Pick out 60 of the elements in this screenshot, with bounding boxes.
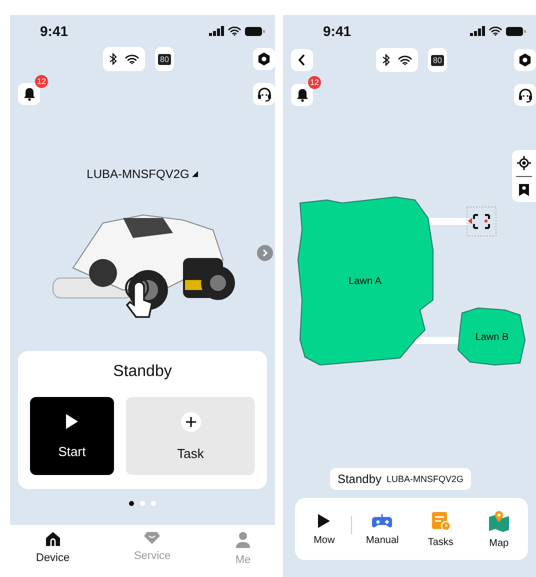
wifi-icon [398, 54, 412, 66]
control-button[interactable]: Manual [353, 498, 412, 560]
play-icon [65, 413, 79, 430]
support-button[interactable] [253, 83, 275, 105]
diamond-icon [143, 531, 162, 545]
status-wifi-icon [228, 26, 241, 36]
lawn-area[interactable] [298, 196, 434, 366]
battery-level-text: 80 [158, 54, 171, 64]
control-button[interactable]: Tasks [412, 498, 470, 560]
battery-icon [506, 26, 526, 36]
status-wifi-icon [489, 26, 502, 36]
notification-badge: 12 [35, 75, 48, 88]
wifi-icon [125, 54, 139, 64]
dropdown-corner-icon [192, 171, 198, 177]
notification-button[interactable] [291, 84, 313, 106]
headset-icon [518, 88, 532, 102]
gamepad-icon [371, 512, 394, 528]
person-icon [235, 531, 251, 549]
start-button[interactable]: Start [30, 397, 114, 475]
signal-icon [209, 26, 224, 36]
notification-badge: 12 [308, 76, 321, 89]
notification-button[interactable] [18, 83, 40, 105]
settings-icon [518, 53, 532, 67]
signal-icon [470, 26, 485, 36]
back-button[interactable] [291, 49, 313, 71]
next-button[interactable] [257, 245, 273, 261]
status-time: 9:41 [323, 23, 352, 39]
bluetooth-icon [109, 53, 117, 65]
lawn-area[interactable] [457, 308, 526, 366]
status-text: Standby [337, 472, 382, 486]
bluetooth-icon [382, 54, 390, 66]
bell-icon [296, 88, 308, 102]
settings-icon [257, 52, 271, 66]
lawn-label: Lawn B [475, 332, 509, 343]
bookmark-icon[interactable] [518, 183, 530, 196]
map-pin-icon [488, 510, 510, 532]
chevron-right-icon [262, 249, 268, 257]
back-icon [298, 54, 306, 66]
task-list-icon [430, 510, 451, 530]
task-button[interactable]: Task [126, 397, 255, 475]
plus-icon [180, 412, 200, 432]
settings-button[interactable] [514, 49, 536, 71]
home-icon [44, 531, 61, 547]
battery-level-text: 80 [431, 54, 444, 66]
support-button[interactable] [514, 84, 536, 106]
bell-icon [22, 87, 36, 101]
battery-icon [245, 26, 265, 36]
control-button[interactable]: Map [470, 498, 528, 560]
device-name: LUBA-MNSFQV2G [386, 474, 464, 484]
lawn-label: Lawn A [348, 276, 382, 287]
status-title: Standby [112, 363, 173, 381]
status-time: 9:41 [40, 23, 68, 39]
play-icon [317, 512, 332, 528]
headset-icon [256, 86, 272, 102]
nav-tab[interactable]: Device [32, 525, 74, 577]
device-selector[interactable]: LUBA-MNSFQV2G [84, 165, 200, 183]
mower-marker-icon [466, 206, 496, 236]
locate-icon[interactable] [517, 156, 531, 170]
settings-button[interactable] [253, 48, 275, 70]
control-button[interactable]: Mow [295, 498, 354, 560]
